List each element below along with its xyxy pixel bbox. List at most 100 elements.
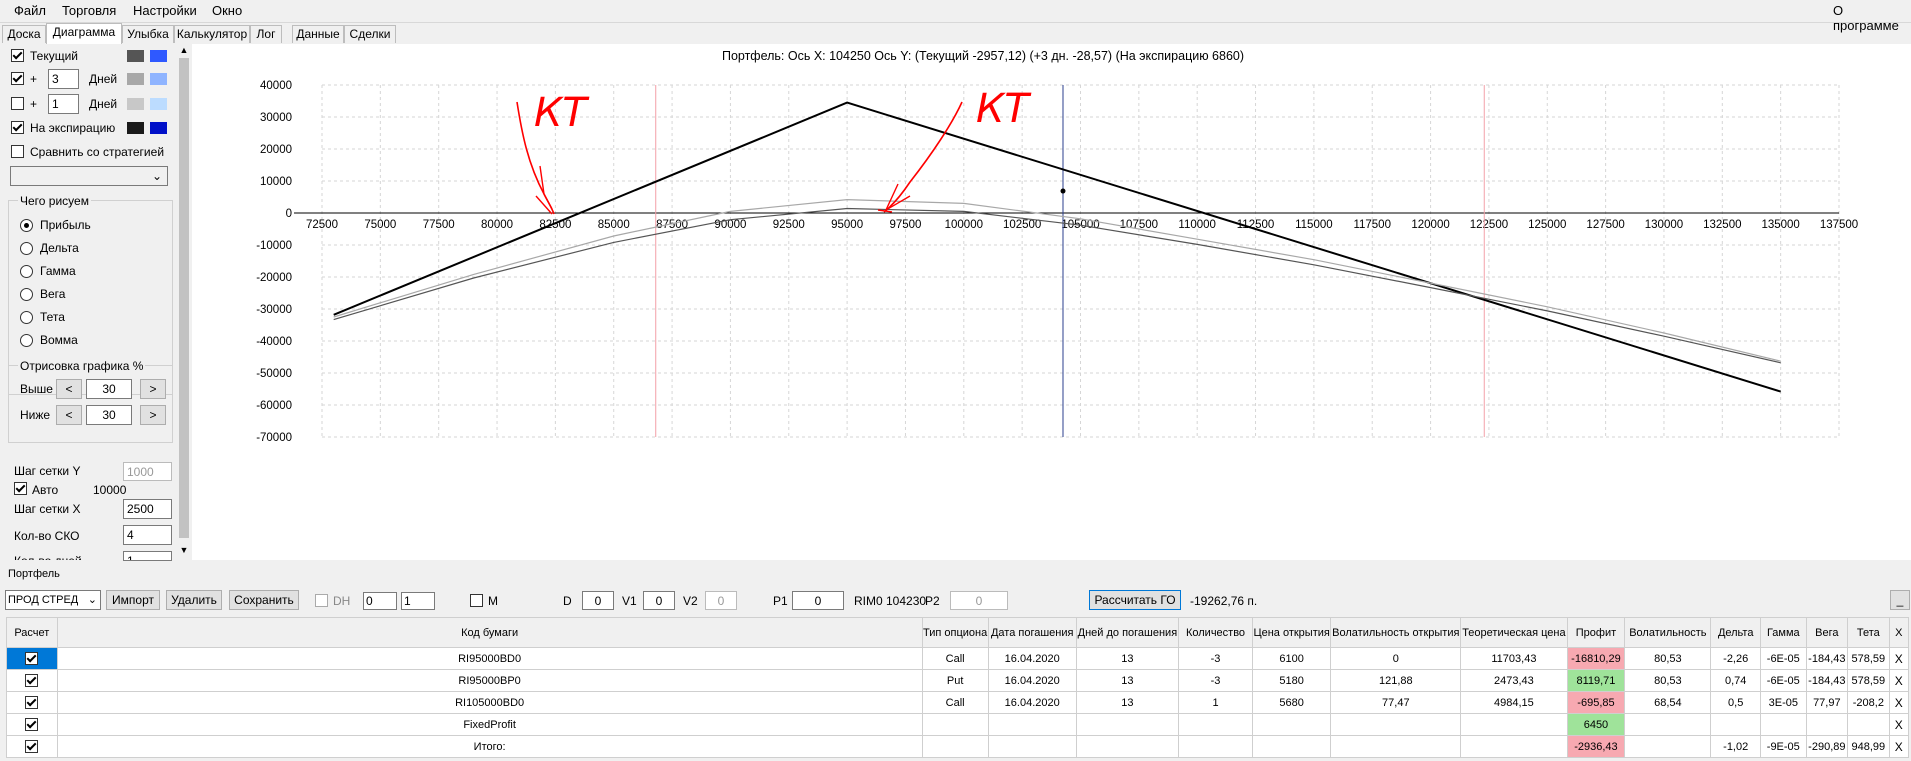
row-calc-cell[interactable] [6,647,58,670]
panel-scrollbar[interactable]: ▲ ▼ [178,44,190,560]
plus-days-checkbox[interactable] [11,72,24,85]
table-row[interactable]: RI105000BD0 Call 16.04.2020 13 1 5680 77… [6,691,1910,714]
radio-vomma[interactable] [20,334,33,347]
cell-date[interactable]: 16.04.2020 [987,691,1077,714]
cell-type[interactable] [921,713,989,736]
radio-gamma[interactable] [20,265,33,278]
cell-open-price[interactable] [1251,713,1332,736]
cell-vega[interactable] [1805,713,1849,736]
cell-theta[interactable]: 578,59 [1847,669,1890,692]
col-days[interactable]: Дней до погашения [1075,617,1180,648]
tab-smile[interactable]: Улыбка [122,25,174,43]
cell-type[interactable]: Call [921,691,989,714]
payoff-chart[interactable]: Портфель: Ось X: 104250 Ось Y: (Текущий … [192,44,1911,560]
current-color-2[interactable] [150,50,167,62]
delete-button[interactable]: Удалить [166,590,222,610]
current-checkbox[interactable] [11,49,24,62]
p2-input[interactable]: 0 [950,591,1008,610]
cell-vega[interactable]: 77,97 [1805,691,1849,714]
row-calc-checkbox[interactable] [25,718,39,731]
v2-input[interactable]: 0 [705,591,737,610]
cell-vol[interactable]: 80,53 [1624,669,1712,692]
cell-days[interactable]: 13 [1075,691,1180,714]
cell-delta[interactable] [1710,713,1762,736]
radio-profit[interactable] [20,219,33,232]
cell-qty[interactable] [1178,713,1253,736]
cell-open-vol[interactable]: 121,88 [1330,669,1462,692]
col-code[interactable]: Код бумаги [56,617,923,648]
below-decrease-button[interactable]: < [56,405,82,425]
cell-vol[interactable]: 68,54 [1624,691,1712,714]
below-increase-button[interactable]: > [140,405,166,425]
current-color-1[interactable] [127,50,144,62]
col-open-vol[interactable]: Волатильность открытия [1330,617,1462,648]
d1-color-2[interactable] [150,98,167,110]
cell-days[interactable] [1075,713,1180,736]
menu-window[interactable]: Окно [212,3,242,18]
v1-input[interactable]: 0 [643,591,675,610]
cell-vega[interactable]: -184,43 [1805,669,1849,692]
days-count-input[interactable]: 1 [123,551,172,561]
minimize-button[interactable]: _ [1890,590,1910,610]
row-calc-checkbox[interactable] [25,674,39,687]
cell-code[interactable]: FixedProfit [56,713,923,736]
below-input[interactable]: 30 [86,405,132,425]
d1-color-1[interactable] [127,98,144,110]
cell-delta[interactable]: 0,74 [1710,669,1762,692]
row-calc-cell[interactable] [6,735,58,758]
row-calc-checkbox[interactable] [25,696,39,709]
tab-deals[interactable]: Сделки [344,25,396,43]
cell-vega[interactable]: -184,43 [1805,647,1849,670]
days-input-1[interactable]: 3 [48,69,79,89]
row-calc-checkbox[interactable] [25,652,39,665]
exp-color-1[interactable] [127,122,144,134]
col-type[interactable]: Тип опциона [921,617,989,648]
col-profit[interactable]: Профит [1566,617,1626,648]
cell-profit[interactable]: 6450 [1566,713,1626,736]
tab-calculator[interactable]: Калькулятор [174,25,250,43]
delete-row-button[interactable]: X [1888,713,1910,736]
radio-vega[interactable] [20,288,33,301]
dh-spinner-1[interactable]: 0 [363,592,397,610]
above-input[interactable]: 30 [86,379,132,399]
cell-date[interactable]: 16.04.2020 [987,647,1077,670]
cell-code[interactable]: RI95000BP0 [56,669,923,692]
dh-checkbox[interactable] [315,594,328,607]
cell-days[interactable]: 13 [1075,669,1180,692]
table-row[interactable]: FixedProfit 6450 X [6,713,1910,736]
compare-checkbox[interactable] [11,145,24,158]
cell-theta[interactable]: -208,2 [1847,691,1890,714]
col-gamma[interactable]: Гамма [1760,617,1807,648]
d3-color-1[interactable] [127,73,144,85]
table-row[interactable]: RI95000BD0 Call 16.04.2020 13 -3 6100 0 … [6,647,1910,670]
delete-row-button[interactable]: X [1888,669,1910,692]
above-increase-button[interactable]: > [140,379,166,399]
cell-date[interactable]: 16.04.2020 [987,669,1077,692]
menu-trade[interactable]: Торговля [62,3,116,18]
delete-row-button[interactable]: X [1888,647,1910,670]
cell-type[interactable]: Put [921,669,989,692]
col-calc[interactable]: Расчет [6,617,58,648]
cell-profit[interactable]: -16810,29 [1566,647,1626,670]
above-decrease-button[interactable]: < [56,379,82,399]
days-input-2[interactable]: 1 [48,94,79,114]
scroll-down-icon[interactable]: ▼ [178,544,190,556]
cell-vol[interactable]: 80,53 [1624,647,1712,670]
cell-qty[interactable]: -3 [1178,647,1253,670]
cell-gamma[interactable]: 3E-05 [1760,691,1807,714]
table-row[interactable]: RI95000BP0 Put 16.04.2020 13 -3 5180 121… [6,669,1910,692]
cell-gamma[interactable]: -6E-05 [1760,647,1807,670]
delete-row-button[interactable]: X [1888,691,1910,714]
strategy-dropdown[interactable]: ПРОД СТРЕД ⌄ [5,590,101,610]
cell-date[interactable] [987,713,1077,736]
cell-type[interactable]: Call [921,647,989,670]
tab-log[interactable]: Лог [250,25,282,43]
cell-theor-price[interactable]: 2473,43 [1460,669,1568,692]
auto-checkbox[interactable] [14,482,27,495]
cell-delta[interactable]: 0,5 [1710,691,1762,714]
cell-open-vol[interactable]: 0 [1330,647,1462,670]
radio-delta[interactable] [20,242,33,255]
cell-delta[interactable]: -2,26 [1710,647,1762,670]
cell-theta[interactable]: 578,59 [1847,647,1890,670]
calc-go-button[interactable]: Рассчитать ГО [1089,590,1181,610]
